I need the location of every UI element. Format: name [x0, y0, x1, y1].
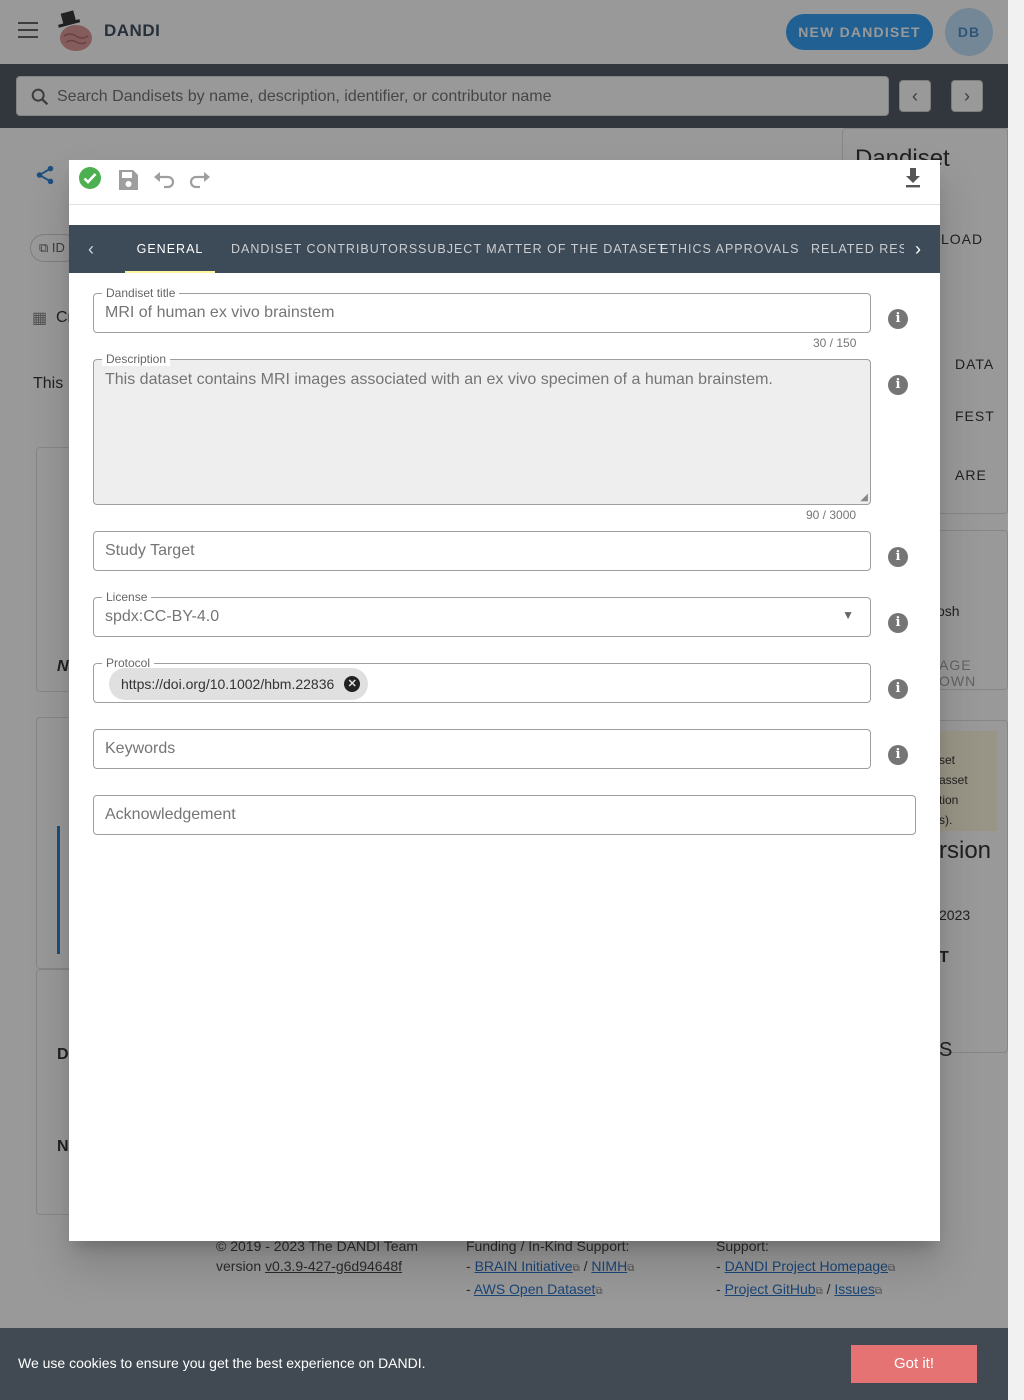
study-target-info-icon[interactable]: i: [888, 547, 908, 567]
chevron-down-icon[interactable]: ▼: [842, 608, 854, 622]
dandiset-title-value[interactable]: MRI of human ex vivo brainstem: [105, 304, 334, 322]
protocol-field[interactable]: Protocol https://doi.org/10.1002/hbm.228…: [93, 656, 871, 703]
editor-toolbar: [69, 160, 940, 205]
license-value[interactable]: spdx:CC-BY-4.0: [105, 608, 219, 626]
description-value[interactable]: This dataset contains MRI images associa…: [105, 370, 859, 390]
tabs-viewport: GENERAL DANDISET CONTRIBUTORS SUBJECT MA…: [125, 225, 904, 273]
study-target-field[interactable]: Study Target: [93, 531, 871, 571]
undo-icon[interactable]: [150, 166, 178, 194]
protocol-chip[interactable]: https://doi.org/10.1002/hbm.22836 ✕: [109, 668, 369, 700]
acknowledgement-placeholder: Acknowledgement: [105, 806, 236, 823]
cookie-banner: We use cookies to ensure you get the bes…: [0, 1328, 1008, 1400]
title-info-icon[interactable]: i: [888, 309, 908, 329]
dandiset-title-label: Dandiset title: [102, 286, 180, 300]
tab-subject-matter[interactable]: SUBJECT MATTER OF THE DATASET: [418, 225, 665, 273]
tab-ethics-approvals[interactable]: ETHICS APPROVALS: [660, 225, 798, 273]
tabs-next-icon[interactable]: ›: [896, 225, 940, 273]
license-label: License: [102, 590, 152, 604]
license-select[interactable]: License spdx:CC-BY-4.0 ▼: [93, 590, 871, 637]
protocol-chip-label: https://doi.org/10.1002/hbm.22836: [121, 676, 335, 692]
cookie-accept-button[interactable]: Got it!: [851, 1345, 977, 1383]
dandiset-title-field[interactable]: Dandiset title MRI of human ex vivo brai…: [93, 286, 871, 333]
metadata-editor-dialog: ‹ GENERAL DANDISET CONTRIBUTORS SUBJECT …: [69, 160, 940, 1241]
page-scrollbar[interactable]: [1008, 0, 1024, 1400]
acknowledgement-field[interactable]: Acknowledgement: [93, 795, 916, 835]
download-icon[interactable]: [899, 164, 927, 192]
keywords-field[interactable]: Keywords: [93, 729, 871, 769]
tab-related-resources[interactable]: RELATED RESOURCES: [811, 225, 904, 273]
resize-handle-icon[interactable]: ◢: [860, 492, 868, 503]
save-icon[interactable]: [114, 166, 142, 194]
description-label: Description: [102, 352, 171, 366]
description-counter: 90 / 3000: [806, 508, 857, 522]
description-field[interactable]: Description This dataset contains MRI im…: [93, 352, 871, 505]
redo-icon[interactable]: [186, 166, 214, 194]
keywords-placeholder: Keywords: [105, 740, 176, 757]
study-target-placeholder: Study Target: [105, 542, 195, 559]
tab-dandiset-contributors[interactable]: DANDISET CONTRIBUTORS: [231, 225, 417, 273]
tabs-prev-icon[interactable]: ‹: [69, 225, 113, 273]
description-info-icon[interactable]: i: [888, 375, 908, 395]
tab-general[interactable]: GENERAL: [125, 225, 215, 273]
valid-check-icon[interactable]: [76, 164, 104, 192]
protocol-info-icon[interactable]: i: [888, 679, 908, 699]
license-info-icon[interactable]: i: [888, 613, 908, 633]
keywords-info-icon[interactable]: i: [888, 745, 908, 765]
cookie-message: We use cookies to ensure you get the bes…: [18, 1355, 426, 1371]
remove-chip-icon[interactable]: ✕: [344, 676, 361, 692]
section-tabs: ‹ GENERAL DANDISET CONTRIBUTORS SUBJECT …: [69, 225, 940, 273]
title-counter: 30 / 150: [813, 336, 857, 350]
